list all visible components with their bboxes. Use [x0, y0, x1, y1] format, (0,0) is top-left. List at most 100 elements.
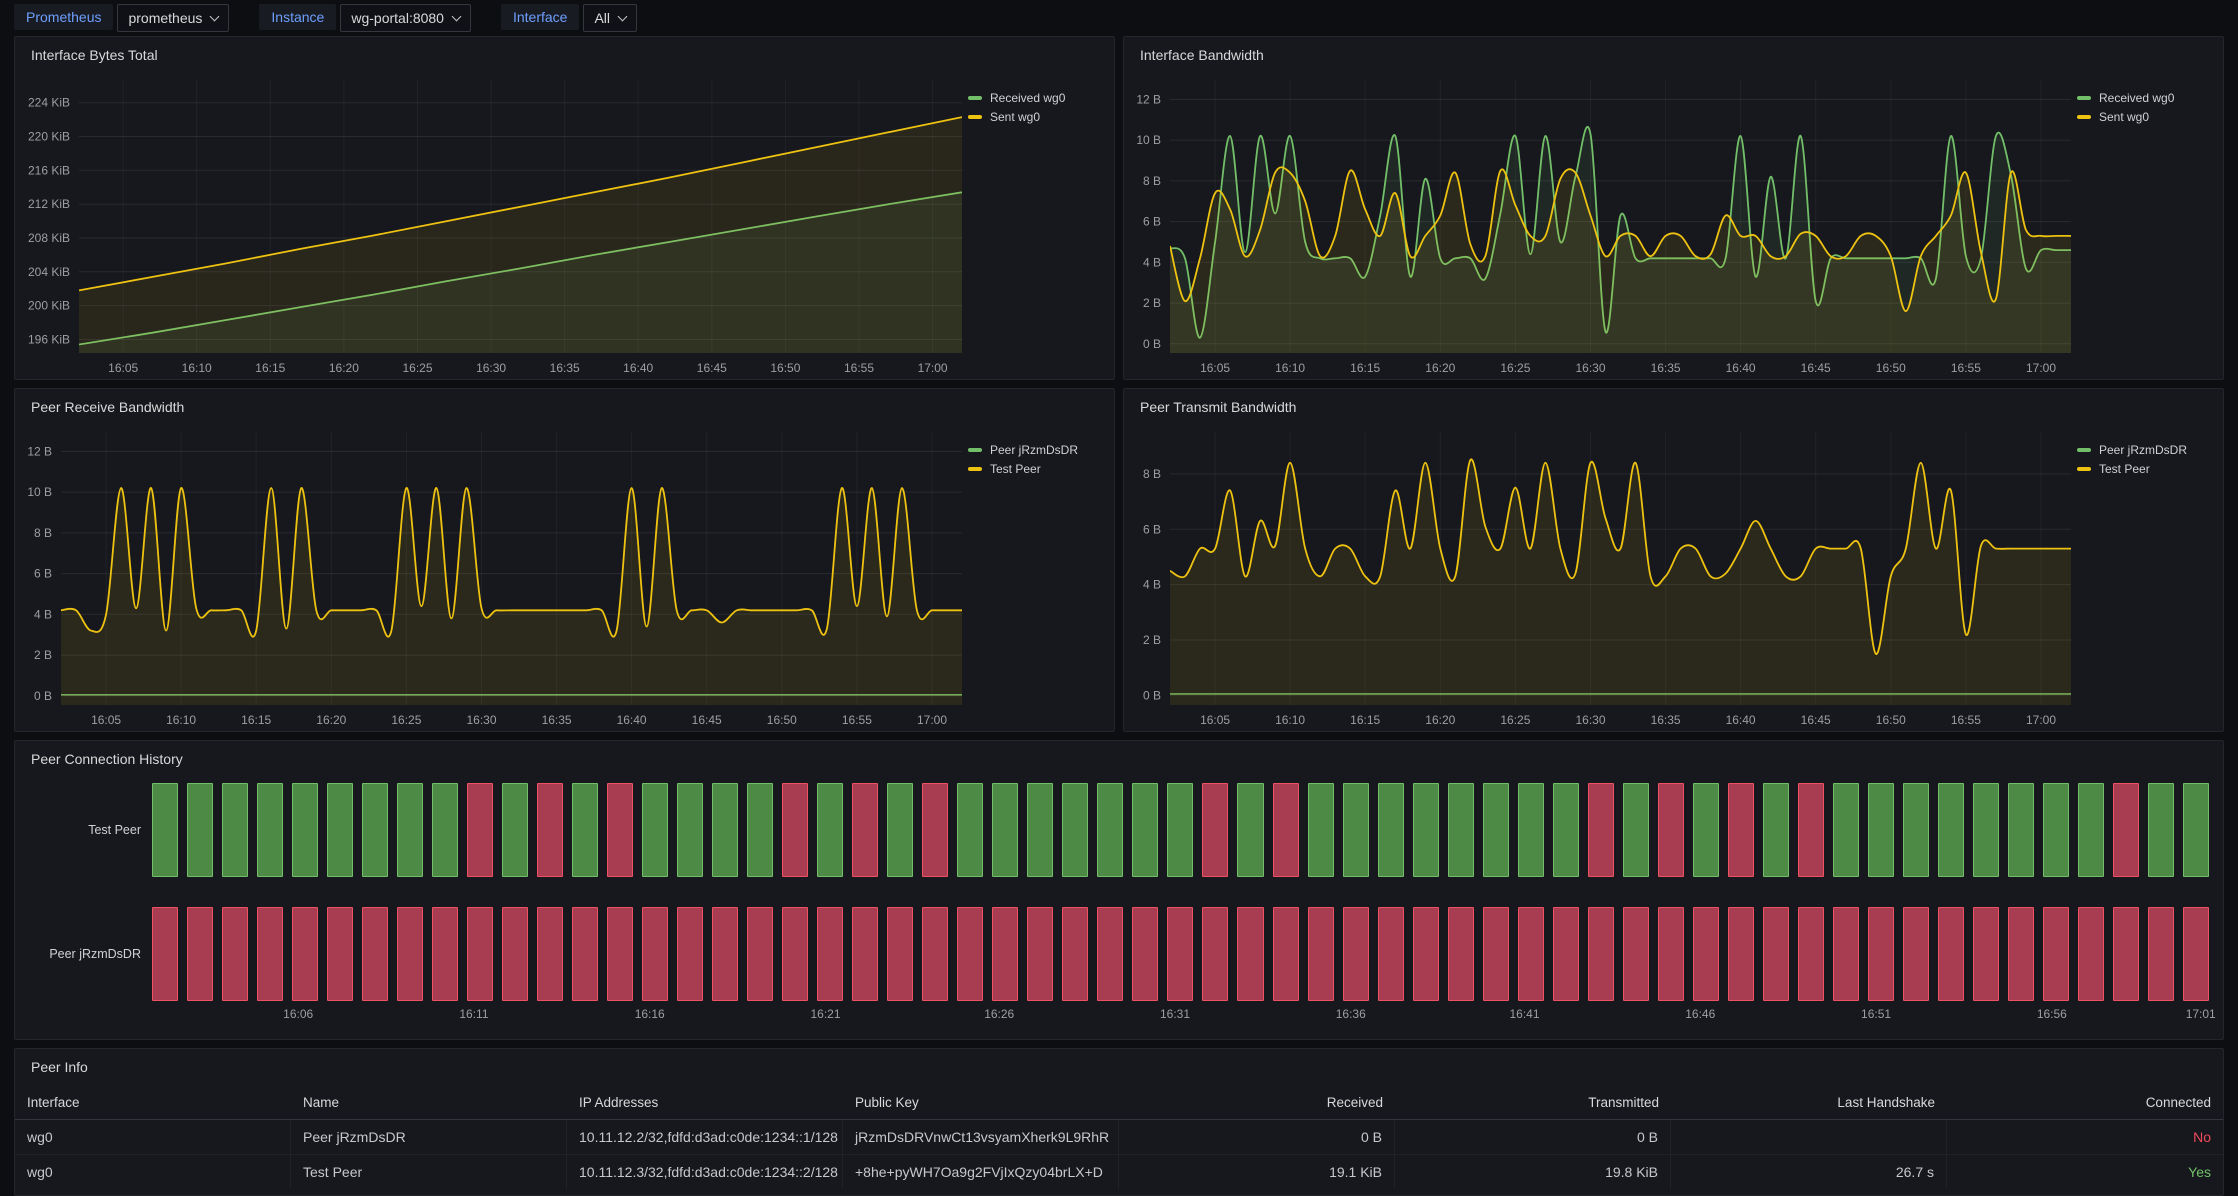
legend-item[interactable]: Test Peer [968, 462, 1108, 476]
state-bar-disconnected[interactable] [187, 907, 213, 1001]
state-bar-disconnected[interactable] [1448, 907, 1474, 1001]
state-bar-disconnected[interactable] [467, 783, 493, 877]
state-bar-connected[interactable] [1623, 783, 1649, 877]
time-series-chart[interactable]: 12 B10 B8 B6 B4 B2 B0 B16:0516:1016:1516… [1124, 67, 2077, 379]
state-bar-disconnected[interactable] [1553, 907, 1579, 1001]
state-bar-connected[interactable] [642, 783, 668, 877]
table-header-cell[interactable]: Name [291, 1087, 567, 1120]
state-bar-disconnected[interactable] [2148, 907, 2174, 1001]
state-bar-connected[interactable] [222, 783, 248, 877]
state-bar-disconnected[interactable] [1027, 907, 1053, 1001]
state-bar-connected[interactable] [432, 783, 458, 877]
variable-select-instance[interactable]: wg-portal:8080 [340, 4, 471, 32]
state-bar-connected[interactable] [397, 783, 423, 877]
state-bar-disconnected[interactable] [852, 907, 878, 1001]
state-bar-connected[interactable] [2043, 783, 2069, 877]
state-bar-connected[interactable] [992, 783, 1018, 877]
panel-title[interactable]: Interface Bytes Total [15, 37, 1114, 67]
state-bar-disconnected[interactable] [2183, 907, 2209, 1001]
state-bar-disconnected[interactable] [1658, 783, 1684, 877]
legend-item[interactable]: Received wg0 [2077, 91, 2217, 105]
legend-item[interactable]: Sent wg0 [2077, 110, 2217, 124]
state-bar-connected[interactable] [152, 783, 178, 877]
state-bar-disconnected[interactable] [1097, 907, 1123, 1001]
state-bar-connected[interactable] [957, 783, 983, 877]
state-bar-connected[interactable] [1027, 783, 1053, 877]
state-bar-disconnected[interactable] [467, 907, 493, 1001]
time-series-chart[interactable]: 224 KiB220 KiB216 KiB212 KiB208 KiB204 K… [15, 67, 968, 379]
table-header-cell[interactable]: Transmitted [1395, 1087, 1671, 1120]
state-bar-connected[interactable] [1413, 783, 1439, 877]
state-bar-disconnected[interactable] [1308, 907, 1334, 1001]
table-header-cell[interactable]: Public Key [843, 1087, 1119, 1120]
state-bar-disconnected[interactable] [992, 907, 1018, 1001]
state-bar-connected[interactable] [1693, 783, 1719, 877]
state-bar-disconnected[interactable] [537, 783, 563, 877]
panel-title[interactable]: Interface Bandwidth [1124, 37, 2223, 67]
state-bar-disconnected[interactable] [712, 907, 738, 1001]
state-bar-disconnected[interactable] [1623, 907, 1649, 1001]
state-bar-connected[interactable] [677, 783, 703, 877]
state-bar-connected[interactable] [1378, 783, 1404, 877]
state-bar-connected[interactable] [1833, 783, 1859, 877]
state-bar-disconnected[interactable] [1728, 783, 1754, 877]
state-bar-disconnected[interactable] [362, 907, 388, 1001]
panel-title[interactable]: Peer Info [15, 1049, 2223, 1079]
state-bar-connected[interactable] [1237, 783, 1263, 877]
legend-item[interactable]: Peer jRzmDsDR [968, 443, 1108, 457]
state-bar-disconnected[interactable] [1868, 907, 1894, 1001]
state-bar-disconnected[interactable] [642, 907, 668, 1001]
state-bar-disconnected[interactable] [1202, 907, 1228, 1001]
state-bar-connected[interactable] [572, 783, 598, 877]
state-bar-disconnected[interactable] [1728, 907, 1754, 1001]
state-bar-connected[interactable] [1167, 783, 1193, 877]
state-bar-connected[interactable] [2183, 783, 2209, 877]
state-bar-disconnected[interactable] [1798, 783, 1824, 877]
state-bar-disconnected[interactable] [852, 783, 878, 877]
state-bar-disconnected[interactable] [1167, 907, 1193, 1001]
state-bar-disconnected[interactable] [1378, 907, 1404, 1001]
state-bar-connected[interactable] [2148, 783, 2174, 877]
state-bar-disconnected[interactable] [1973, 907, 1999, 1001]
state-bar-disconnected[interactable] [607, 907, 633, 1001]
state-bar-connected[interactable] [292, 783, 318, 877]
state-bar-connected[interactable] [1343, 783, 1369, 877]
state-bar-connected[interactable] [1308, 783, 1334, 877]
state-bar-connected[interactable] [1903, 783, 1929, 877]
legend-item[interactable]: Peer jRzmDsDR [2077, 443, 2217, 457]
state-bar-disconnected[interactable] [817, 907, 843, 1001]
state-bar-disconnected[interactable] [1202, 783, 1228, 877]
state-bar-disconnected[interactable] [1588, 907, 1614, 1001]
state-bar-connected[interactable] [502, 783, 528, 877]
state-bar-disconnected[interactable] [2078, 907, 2104, 1001]
panel-title[interactable]: Peer Connection History [15, 741, 2223, 771]
state-bar-connected[interactable] [362, 783, 388, 877]
panel-title[interactable]: Peer Transmit Bandwidth [1124, 389, 2223, 419]
legend-item[interactable]: Received wg0 [968, 91, 1108, 105]
state-bar-connected[interactable] [712, 783, 738, 877]
time-series-chart[interactable]: 8 B6 B4 B2 B0 B16:0516:1016:1516:2016:25… [1124, 419, 2077, 731]
state-bar-connected[interactable] [1518, 783, 1544, 877]
state-bar-disconnected[interactable] [502, 907, 528, 1001]
table-header-cell[interactable]: Interface [15, 1087, 291, 1120]
state-bar-disconnected[interactable] [1693, 907, 1719, 1001]
state-bar-disconnected[interactable] [1938, 907, 1964, 1001]
state-bar-disconnected[interactable] [747, 907, 773, 1001]
state-bar-disconnected[interactable] [1132, 907, 1158, 1001]
state-bar-disconnected[interactable] [1588, 783, 1614, 877]
state-bar-connected[interactable] [1868, 783, 1894, 877]
state-bar-connected[interactable] [1553, 783, 1579, 877]
state-bar-disconnected[interactable] [572, 907, 598, 1001]
state-bar-disconnected[interactable] [957, 907, 983, 1001]
state-bar-disconnected[interactable] [222, 907, 248, 1001]
panel-title[interactable]: Peer Receive Bandwidth [15, 389, 1114, 419]
state-bar-connected[interactable] [817, 783, 843, 877]
state-bar-disconnected[interactable] [782, 783, 808, 877]
state-bar-disconnected[interactable] [1413, 907, 1439, 1001]
state-bar-connected[interactable] [887, 783, 913, 877]
state-bar-connected[interactable] [1938, 783, 1964, 877]
variable-select-interface[interactable]: All [583, 4, 637, 32]
state-bar-disconnected[interactable] [2008, 907, 2034, 1001]
state-bar-disconnected[interactable] [1763, 907, 1789, 1001]
legend-item[interactable]: Sent wg0 [968, 110, 1108, 124]
